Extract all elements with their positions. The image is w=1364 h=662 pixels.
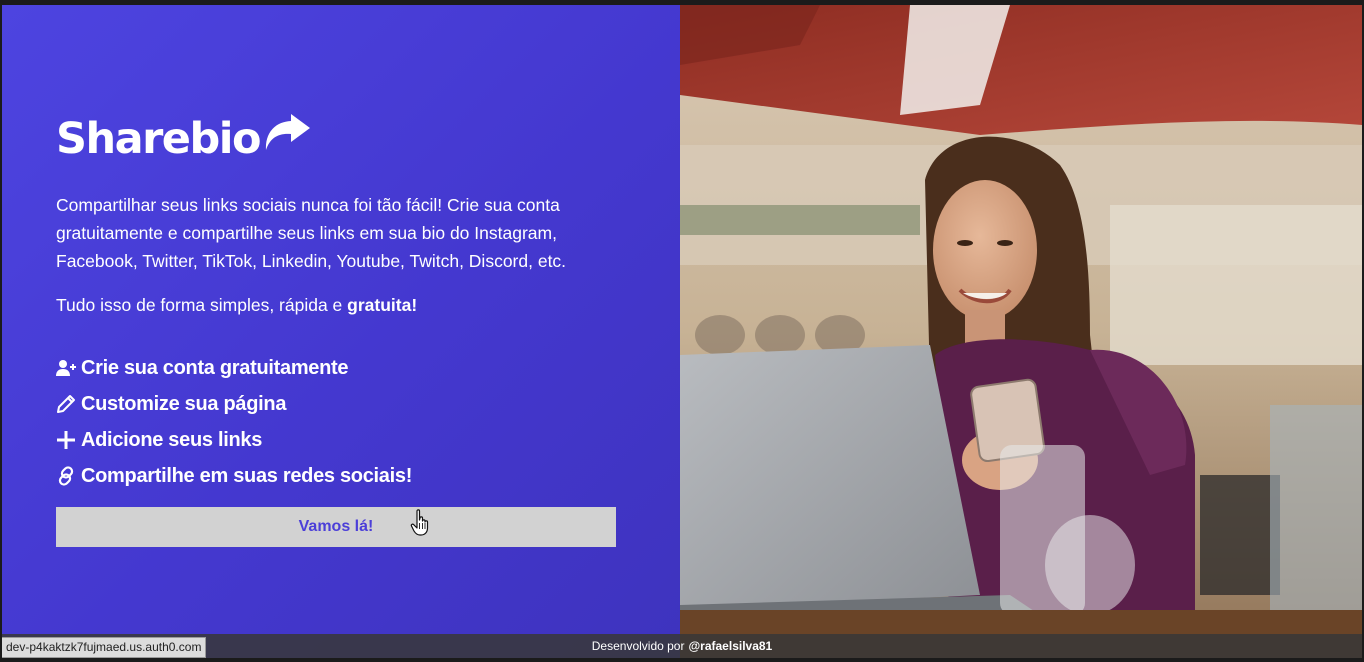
feature-label: Customize sua página xyxy=(81,392,287,415)
intro-description: Compartilhar seus links sociais nunca fo… xyxy=(56,195,567,271)
footer-credit-prefix: Desenvolvido por xyxy=(591,639,685,653)
feature-label: Adicione seus links xyxy=(81,428,263,451)
browser-status-url: dev-p4kaktzk7fujmaed.us.auth0.com xyxy=(2,637,207,658)
get-started-button[interactable]: Vamos lá! xyxy=(56,507,616,547)
feature-item-add-links: Adicione seus links xyxy=(56,422,412,458)
feature-item-share: Compartilhe em suas redes sociais! xyxy=(56,458,412,494)
feature-label: Compartilhe em suas redes sociais! xyxy=(81,464,413,487)
feature-list: Crie sua conta gratuitamente Customize s… xyxy=(56,350,412,494)
feature-item-create-account: Crie sua conta gratuitamente xyxy=(56,350,412,386)
hero-panel: Sharebio Compartilhar seus links sociais… xyxy=(2,5,680,658)
tagline-bold: gratuita! xyxy=(347,295,418,315)
feature-item-customize: Customize sua página xyxy=(56,386,412,422)
footer-author-link[interactable]: @rafaelsilva81 xyxy=(688,639,772,653)
link-icon xyxy=(58,466,74,486)
feature-label: Crie sua conta gratuitamente xyxy=(81,356,349,379)
app-window: Sharebio Compartilhar seus links sociais… xyxy=(0,0,1364,662)
brand-logo: Sharebio xyxy=(56,113,312,164)
user-plus-icon xyxy=(56,360,76,376)
brand-name: Sharebio xyxy=(56,114,262,164)
hand-cursor-icon xyxy=(410,509,429,536)
hero-photo xyxy=(680,5,1362,658)
share-arrow-icon xyxy=(265,113,311,150)
woman-with-laptop-image xyxy=(680,5,1362,658)
tagline-text: Tudo isso de forma simples, rápida e xyxy=(56,295,348,315)
tagline: Tudo isso de forma simples, rápida e gra… xyxy=(56,291,636,319)
pencil-icon xyxy=(57,395,75,413)
plus-icon xyxy=(57,431,75,449)
